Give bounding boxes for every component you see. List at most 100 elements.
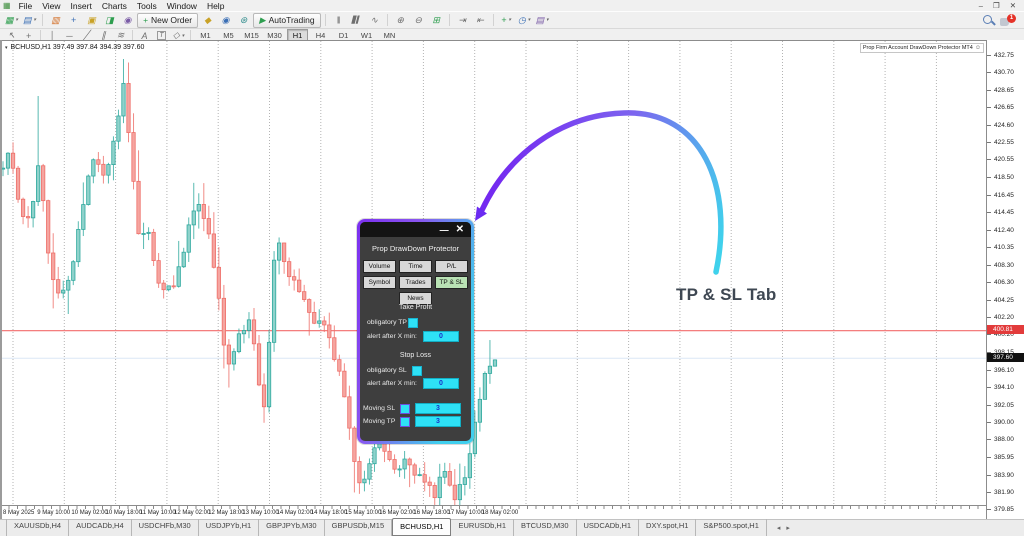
panel-body: — ✕ Prop DrawDown Protector VolumeTimeP/… xyxy=(360,222,471,441)
price-axis-label: 396.10 xyxy=(994,367,1014,374)
moving-sl-row: Moving SL xyxy=(360,403,471,414)
candlestick-button[interactable]: ▋▍ xyxy=(348,13,365,28)
price-axis-label: 412.40 xyxy=(994,227,1014,234)
moving-sl-input[interactable] xyxy=(415,403,461,414)
menu-item-help[interactable]: Help xyxy=(202,1,229,11)
price-axis-label: 388.00 xyxy=(994,436,1014,443)
auto-scroll-button[interactable]: ⇥ xyxy=(454,13,471,28)
chart-tab-bchusd-h1[interactable]: BCHUSD,H1 xyxy=(392,518,451,536)
notifications-button[interactable]: 1 xyxy=(999,14,1016,27)
chart-tab-bar: XAUUSDb,H4AUDCADb,H4USDCHFb,M30USDJPYb,H… xyxy=(0,519,1024,536)
prop-drawdown-protector-panel[interactable]: — ✕ Prop DrawDown Protector VolumeTimeP/… xyxy=(357,219,474,444)
line-price-badge: 400.81 xyxy=(987,325,1024,334)
new-order-button[interactable]: +New Order xyxy=(137,13,198,28)
moving-tp-checkbox[interactable] xyxy=(400,417,410,427)
panel-tab-trades[interactable]: Trades xyxy=(399,276,432,289)
chart-tab-gbpjpyb-m30[interactable]: GBPJPYb,M30 xyxy=(259,519,324,536)
search-button[interactable] xyxy=(981,14,995,27)
chart-tab-gbpusdb-m15[interactable]: GBPUSDb,M15 xyxy=(325,519,393,536)
chart-left-splitter[interactable] xyxy=(0,40,2,519)
price-axis-label: 390.00 xyxy=(994,419,1014,426)
tab-next-icon[interactable]: ▸ xyxy=(786,524,790,532)
autotrading-button[interactable]: ▶AutoTrading xyxy=(253,13,321,28)
market-watch-button[interactable]: ▥ xyxy=(47,13,64,28)
price-axis-label: 381.90 xyxy=(994,489,1014,496)
toolbar-separator xyxy=(325,14,326,26)
tile-windows-button[interactable]: ⊞ xyxy=(428,13,445,28)
chevron-down-icon: ▾ xyxy=(34,17,37,23)
crosshair-icon: + xyxy=(26,31,31,41)
chart-tab-usdjpyb-h1[interactable]: USDJPYb,H1 xyxy=(199,519,259,536)
obligatory-tp-row: obligatory TP xyxy=(360,317,471,328)
new-chart-button[interactable]: ▦▾ xyxy=(3,13,20,28)
price-axis-label: 410.35 xyxy=(994,244,1014,251)
menu-item-insert[interactable]: Insert xyxy=(66,1,97,11)
expand-icon[interactable]: ▾ xyxy=(5,45,8,51)
vertical-line-icon: │ xyxy=(50,31,56,41)
profiles-icon: ▤ xyxy=(23,15,32,26)
template-icon: ▤ xyxy=(536,15,545,26)
time-axis-label: 11 May 10:00 xyxy=(140,510,176,516)
panel-tab-tp-sl[interactable]: TP & SL xyxy=(435,276,468,289)
time-axis-label: 9 May 10:00 xyxy=(37,510,70,516)
menu-item-file[interactable]: File xyxy=(14,1,38,11)
metaeditor-button[interactable]: ◆ xyxy=(199,13,216,28)
tab-prev-icon[interactable]: ◂ xyxy=(777,524,781,532)
time-axis-label: 14 May 18:00 xyxy=(311,510,347,516)
menu-item-charts[interactable]: Charts xyxy=(97,1,132,11)
search-icon-handle xyxy=(991,21,995,25)
chart-tab-s-p500-spot-h1[interactable]: S&P500.spot,H1 xyxy=(696,519,766,536)
chart-tab-usdchfb-m30[interactable]: USDCHFb,M30 xyxy=(132,519,199,536)
menu-item-window[interactable]: Window xyxy=(162,1,202,11)
chart-ohlc-header: ▾ BCHUSD,H1 397.49 397.84 394.39 397.60 xyxy=(5,44,144,51)
chart-tab-xauusdb-h4[interactable]: XAUUSDb,H4 xyxy=(6,519,69,536)
close-icon[interactable]: ✕ xyxy=(1010,1,1016,10)
minimize-icon[interactable]: – xyxy=(979,1,983,10)
restore-icon[interactable]: ❐ xyxy=(993,1,1000,10)
chart-tab-usdcadb-h1[interactable]: USDCADb,H1 xyxy=(577,519,640,536)
zoom-out-icon: ⊖ xyxy=(414,15,422,26)
tp-alert-input[interactable] xyxy=(423,331,459,342)
chart-tab-audcadb-h4[interactable]: AUDCADb,H4 xyxy=(69,519,132,536)
panel-tab-p-l[interactable]: P/L xyxy=(435,260,468,273)
panel-tab-symbol[interactable]: Symbol xyxy=(363,276,396,289)
chart-area[interactable]: ▾ BCHUSD,H1 397.49 397.84 394.39 397.60 … xyxy=(0,40,986,505)
zoom-in-button[interactable]: ⊕ xyxy=(392,13,409,28)
zoom-out-button[interactable]: ⊖ xyxy=(410,13,427,28)
community-button[interactable]: ◉ xyxy=(217,13,234,28)
chart-tab-dxy-spot-h1[interactable]: DXY.spot,H1 xyxy=(639,519,696,536)
moving-sl-checkbox[interactable] xyxy=(400,404,410,414)
line-chart-button[interactable]: ∿ xyxy=(366,13,383,28)
obligatory-tp-checkbox[interactable] xyxy=(408,318,418,328)
text-label-icon: T xyxy=(157,31,165,40)
chevron-down-icon: ▾ xyxy=(16,17,19,23)
navigator-button[interactable]: ▣ xyxy=(83,13,100,28)
price-axis-label: 420.55 xyxy=(994,156,1014,163)
profiles-button[interactable]: ▤▾ xyxy=(21,13,38,28)
obligatory-sl-checkbox[interactable] xyxy=(412,366,422,376)
bar-chart-button[interactable]: ||| xyxy=(330,13,347,28)
website-button[interactable]: ⊛ xyxy=(235,13,252,28)
terminal-button[interactable]: ◨ xyxy=(101,13,118,28)
panel-tab-time[interactable]: Time xyxy=(399,260,432,273)
time-axis[interactable]: 8 May 20259 May 10:0010 May 02:0010 May … xyxy=(0,505,986,519)
price-axis[interactable]: 432.75430.70428.65426.65424.60422.55420.… xyxy=(986,40,1024,519)
chart-shift-button[interactable]: ⇤ xyxy=(472,13,489,28)
plus-icon: + xyxy=(143,15,148,25)
panel-tab-volume[interactable]: Volume xyxy=(363,260,396,273)
periods-button[interactable]: ◷▾ xyxy=(516,13,533,28)
time-axis-label: 10 May 18:00 xyxy=(106,510,142,516)
menu-item-tools[interactable]: Tools xyxy=(132,1,162,11)
chart-tab-eurusdb-h1[interactable]: EURUSDb,H1 xyxy=(451,519,514,536)
panel-minimize-icon[interactable]: — xyxy=(440,227,449,233)
indicators-button[interactable]: +▾ xyxy=(498,13,515,28)
moving-tp-input[interactable] xyxy=(415,416,461,427)
chart-tab-btcusd-m30[interactable]: BTCUSD,M30 xyxy=(514,519,577,536)
panel-close-icon[interactable]: ✕ xyxy=(456,224,464,235)
templates-button[interactable]: ▤▾ xyxy=(534,13,551,28)
price-axis-label: 394.10 xyxy=(994,384,1014,391)
menu-item-view[interactable]: View xyxy=(37,1,65,11)
strategy-tester-button[interactable]: ◉ xyxy=(119,13,136,28)
data-window-button[interactable]: + xyxy=(65,13,82,28)
sl-alert-input[interactable] xyxy=(423,378,459,389)
